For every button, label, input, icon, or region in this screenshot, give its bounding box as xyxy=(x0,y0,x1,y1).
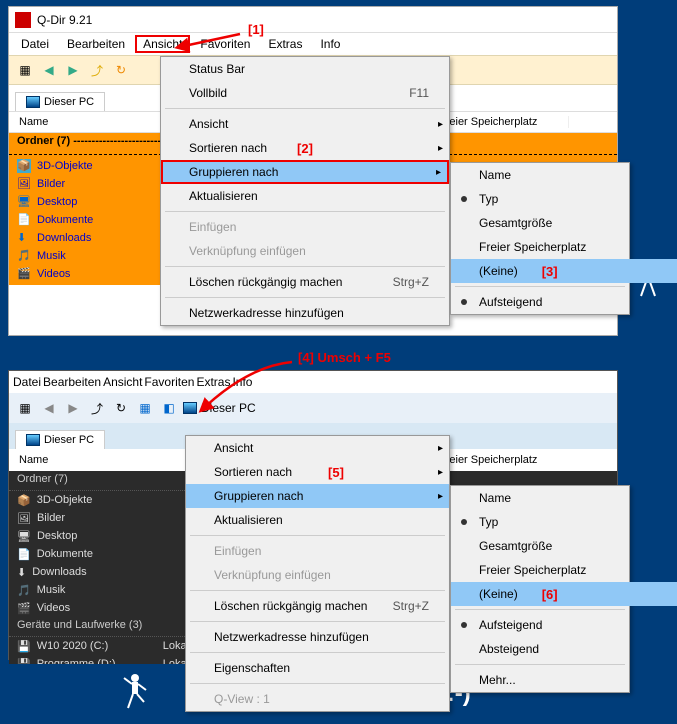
sub2-absteigend[interactable]: Absteigend xyxy=(451,637,677,661)
dd-gruppieren[interactable]: Gruppieren nach▸ xyxy=(161,160,449,184)
sub2-frei[interactable]: Freier Speicherplatz xyxy=(451,558,677,582)
context-menu: Ansicht▸ Sortieren nach[5]▸ Gruppieren n… xyxy=(185,435,450,712)
menu-bearbeiten[interactable]: Bearbeiten xyxy=(59,35,133,53)
sub-typ[interactable]: Typ xyxy=(451,187,677,211)
sub2-aufsteigend[interactable]: Aufsteigend xyxy=(451,613,677,637)
menubar-dark: Datei Bearbeiten Ansicht Favoriten Extra… xyxy=(9,371,617,393)
layout-icon[interactable]: ▦ xyxy=(15,60,35,80)
ctx-eigenschaften[interactable]: Eigenschaften xyxy=(186,656,449,680)
menu-bearbeiten-2[interactable]: Bearbeiten xyxy=(43,375,101,389)
menu-info[interactable]: Info xyxy=(312,35,348,53)
pc-icon xyxy=(26,96,40,108)
dd-statusbar[interactable]: Status Bar xyxy=(161,57,449,81)
sub-frei[interactable]: Freier Speicherplatz xyxy=(451,235,677,259)
col-frei-2[interactable]: Freier Speicherplatz xyxy=(429,454,569,466)
layout-icon-2[interactable]: ▦ xyxy=(15,398,35,418)
dropdown-ansicht: Status Bar VollbildF11 Ansicht▸ Sortiere… xyxy=(160,56,450,326)
forward-icon[interactable]: ▶ xyxy=(63,60,83,80)
ctx-aktualisieren[interactable]: Aktualisieren xyxy=(186,508,449,532)
ctx-qview: Q-View : 1 xyxy=(186,687,449,711)
dd-vollbild[interactable]: VollbildF11 xyxy=(161,81,449,105)
view-icon[interactable]: ◧ xyxy=(159,398,179,418)
sub2-typ[interactable]: Typ xyxy=(451,510,677,534)
pc-icon-3 xyxy=(26,434,40,446)
toolbar-dark: ▦ ◀ ▶ ⤴ ↻ ▦ ◧ Dieser PC xyxy=(9,393,617,423)
dd-einfuegen: Einfügen xyxy=(161,215,449,239)
ctx-gruppieren[interactable]: Gruppieren nach▸ xyxy=(186,484,449,508)
ctx-loeschen[interactable]: Löschen rückgängig machenStrg+Z xyxy=(186,594,449,618)
menubar: Datei Bearbeiten Ansicht Favoriten Extra… xyxy=(9,33,617,55)
callout-1: [1] xyxy=(248,22,264,37)
grid-icon[interactable]: ▦ xyxy=(135,398,155,418)
dd-sortieren[interactable]: Sortieren nach[2]▸ xyxy=(161,136,449,160)
sub2-mehr[interactable]: Mehr... xyxy=(451,668,677,692)
app-icon xyxy=(15,12,31,28)
up-icon[interactable]: ⤴ xyxy=(87,60,107,80)
col-frei[interactable]: Freier Speicherplatz xyxy=(429,116,569,128)
sub2-keine[interactable]: (Keine)[6] xyxy=(451,582,677,606)
refresh-icon[interactable]: ↻ xyxy=(111,60,131,80)
back-icon[interactable]: ◀ xyxy=(39,60,59,80)
sub-gesamt[interactable]: Gesamtgröße xyxy=(451,211,677,235)
dd-ansicht[interactable]: Ansicht▸ xyxy=(161,112,449,136)
dd-verknuepfung: Verknüpfung einfügen xyxy=(161,239,449,263)
sub2-name[interactable]: Name xyxy=(451,486,677,510)
dd-aktualisieren[interactable]: Aktualisieren xyxy=(161,184,449,208)
menu-favoriten-2[interactable]: Favoriten xyxy=(144,375,194,389)
sub2-gesamt[interactable]: Gesamtgröße xyxy=(451,534,677,558)
menu-datei[interactable]: Datei xyxy=(13,35,57,53)
tab-dieser-pc-2[interactable]: Dieser PC xyxy=(15,430,105,449)
callout-4: [4] Umsch + F5 xyxy=(298,350,391,365)
menu-ansicht-2[interactable]: Ansicht xyxy=(103,375,142,389)
dd-loeschen[interactable]: Löschen rückgängig machenStrg+Z xyxy=(161,270,449,294)
pc-icon-2 xyxy=(183,402,197,414)
refresh-icon-2[interactable]: ↻ xyxy=(111,398,131,418)
tab-dieser-pc[interactable]: Dieser PC xyxy=(15,92,105,111)
ctx-sortieren[interactable]: Sortieren nach[5]▸ xyxy=(186,460,449,484)
ctx-verknuepfung: Verknüpfung einfügen xyxy=(186,563,449,587)
submenu-gruppieren-2: Name Typ Gesamtgröße Freier Speicherplat… xyxy=(450,485,630,693)
sub-keine[interactable]: (Keine)[3] xyxy=(451,259,677,283)
window-title: Q-Dir 9.21 xyxy=(37,13,92,27)
ctx-netzwerk[interactable]: Netzwerkadresse hinzufügen xyxy=(186,625,449,649)
dd-netzwerk[interactable]: Netzwerkadresse hinzufügen xyxy=(161,301,449,325)
titlebar: Q-Dir 9.21 xyxy=(9,7,617,33)
arrow-1 xyxy=(180,28,250,55)
submenu-gruppieren: Name Typ Gesamtgröße Freier Speicherplat… xyxy=(450,162,630,315)
back-icon-2[interactable]: ◀ xyxy=(39,398,59,418)
arrow-4 xyxy=(200,356,300,419)
forward-icon-2[interactable]: ▶ xyxy=(63,398,83,418)
sub-name[interactable]: Name xyxy=(451,163,677,187)
ctx-ansicht[interactable]: Ansicht▸ xyxy=(186,436,449,460)
menu-datei-2[interactable]: Datei xyxy=(13,375,41,389)
ctx-einfuegen: Einfügen xyxy=(186,539,449,563)
up-icon-2[interactable]: ⤴ xyxy=(87,398,107,418)
sub-aufsteigend[interactable]: Aufsteigend xyxy=(451,290,677,314)
menu-extras[interactable]: Extras xyxy=(260,35,310,53)
